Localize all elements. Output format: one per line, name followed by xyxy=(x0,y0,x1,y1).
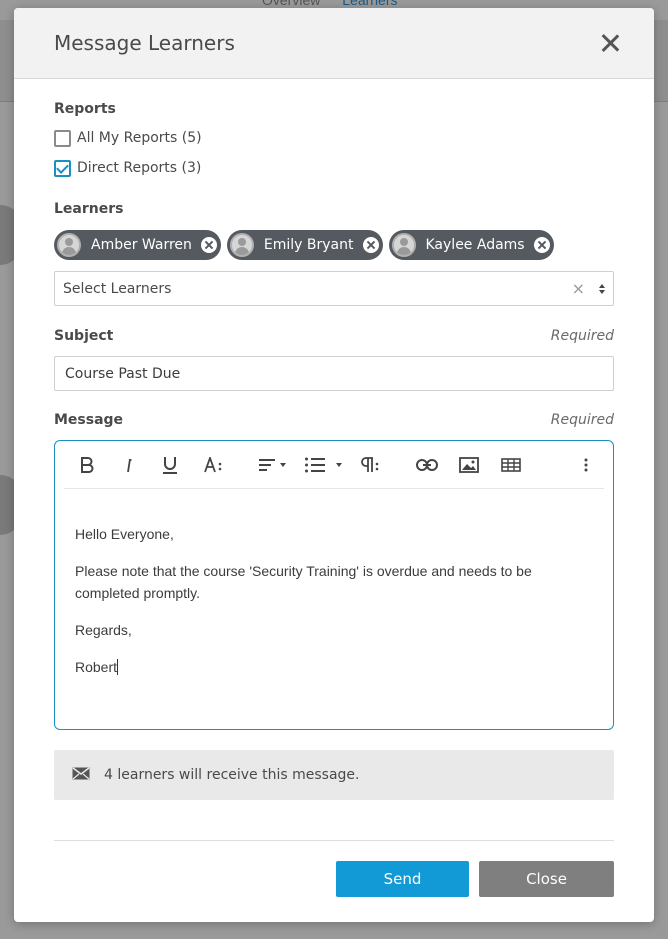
modal-header: Message Learners xyxy=(14,8,654,79)
learner-chip: Amber Warren xyxy=(54,230,221,260)
learner-chip-name: Emily Bryant xyxy=(263,237,354,253)
underline-icon[interactable] xyxy=(162,454,178,476)
remove-icon[interactable] xyxy=(362,237,379,253)
checkbox-checked[interactable] xyxy=(54,159,71,177)
image-icon[interactable] xyxy=(459,454,479,476)
checkbox-unchecked[interactable] xyxy=(54,129,71,147)
message-learners-modal: Message Learners Reports All My Reports … xyxy=(14,8,654,922)
modal-footer: Send Close xyxy=(54,840,614,897)
message-line: Regards, xyxy=(75,622,132,638)
paragraph-icon[interactable] xyxy=(360,454,380,476)
modal-title: Message Learners xyxy=(54,31,235,55)
send-button[interactable]: Send xyxy=(336,861,469,897)
updown-arrow-icon[interactable] xyxy=(599,283,605,294)
avatar-icon xyxy=(57,233,81,257)
modal-body: Reports All My Reports (5) Direct Report… xyxy=(14,101,654,800)
learner-chip: Emily Bryant xyxy=(226,230,383,260)
tab-overview: Overview xyxy=(262,0,321,8)
close-button[interactable]: Close xyxy=(479,861,614,897)
subject-label: Subject xyxy=(54,328,114,344)
checkbox-all-my-reports[interactable]: All My Reports (5) xyxy=(54,127,614,149)
avatar-icon xyxy=(229,233,254,257)
learner-chip-name: Kaylee Adams xyxy=(425,237,525,253)
message-line: Please note that the course 'Security Tr… xyxy=(75,563,532,601)
learner-chip: Kaylee Adams xyxy=(388,230,554,260)
reports-label: Reports xyxy=(54,101,116,117)
checkbox-direct-reports[interactable]: Direct Reports (3) xyxy=(54,157,614,179)
checkbox-label: Direct Reports (3) xyxy=(77,160,202,176)
signature: Robert xyxy=(75,659,118,675)
list-icon[interactable] xyxy=(304,454,344,476)
message-label: Message xyxy=(54,412,124,428)
table-icon[interactable] xyxy=(501,454,521,476)
envelope-icon xyxy=(72,766,90,784)
message-line: Hello Everyone, xyxy=(75,526,174,542)
clear-icon[interactable]: × xyxy=(572,279,585,298)
background-tabs: Overview Learners xyxy=(262,0,416,8)
required-indicator: Required xyxy=(550,412,614,428)
learners-label: Learners xyxy=(54,201,124,217)
text-cursor xyxy=(117,659,119,675)
remove-icon[interactable] xyxy=(200,237,217,253)
required-indicator: Required xyxy=(550,328,614,344)
selected-learners: Amber Warren Emily Bryant Kaylee Adams xyxy=(54,230,614,260)
select-placeholder: Select Learners xyxy=(63,280,172,297)
tab-learners: Learners xyxy=(342,0,398,8)
editor-content[interactable]: Hello Everyone, Please note that the cou… xyxy=(55,489,613,678)
italic-icon[interactable] xyxy=(124,454,134,476)
select-learners-dropdown[interactable]: Select Learners × xyxy=(54,271,614,306)
font-size-icon[interactable] xyxy=(204,454,224,476)
remove-icon[interactable] xyxy=(533,237,550,253)
recipient-notice: 4 learners will receive this message. xyxy=(54,750,614,800)
avatar-icon xyxy=(391,233,416,257)
message-line: Robert xyxy=(75,656,593,678)
checkbox-label: All My Reports (5) xyxy=(77,130,202,146)
notice-text: 4 learners will receive this message. xyxy=(104,767,360,783)
close-icon[interactable] xyxy=(598,31,622,55)
link-icon[interactable] xyxy=(416,454,438,476)
more-icon[interactable] xyxy=(584,454,588,476)
editor-toolbar xyxy=(64,441,604,489)
align-icon[interactable] xyxy=(258,454,290,476)
bold-icon[interactable] xyxy=(80,454,94,476)
subject-input[interactable] xyxy=(54,356,614,391)
subject-label-row: Subject Required xyxy=(54,328,614,344)
message-label-row: Message Required xyxy=(54,412,614,428)
message-editor[interactable]: Hello Everyone, Please note that the cou… xyxy=(54,440,614,730)
learner-chip-name: Amber Warren xyxy=(91,237,192,253)
